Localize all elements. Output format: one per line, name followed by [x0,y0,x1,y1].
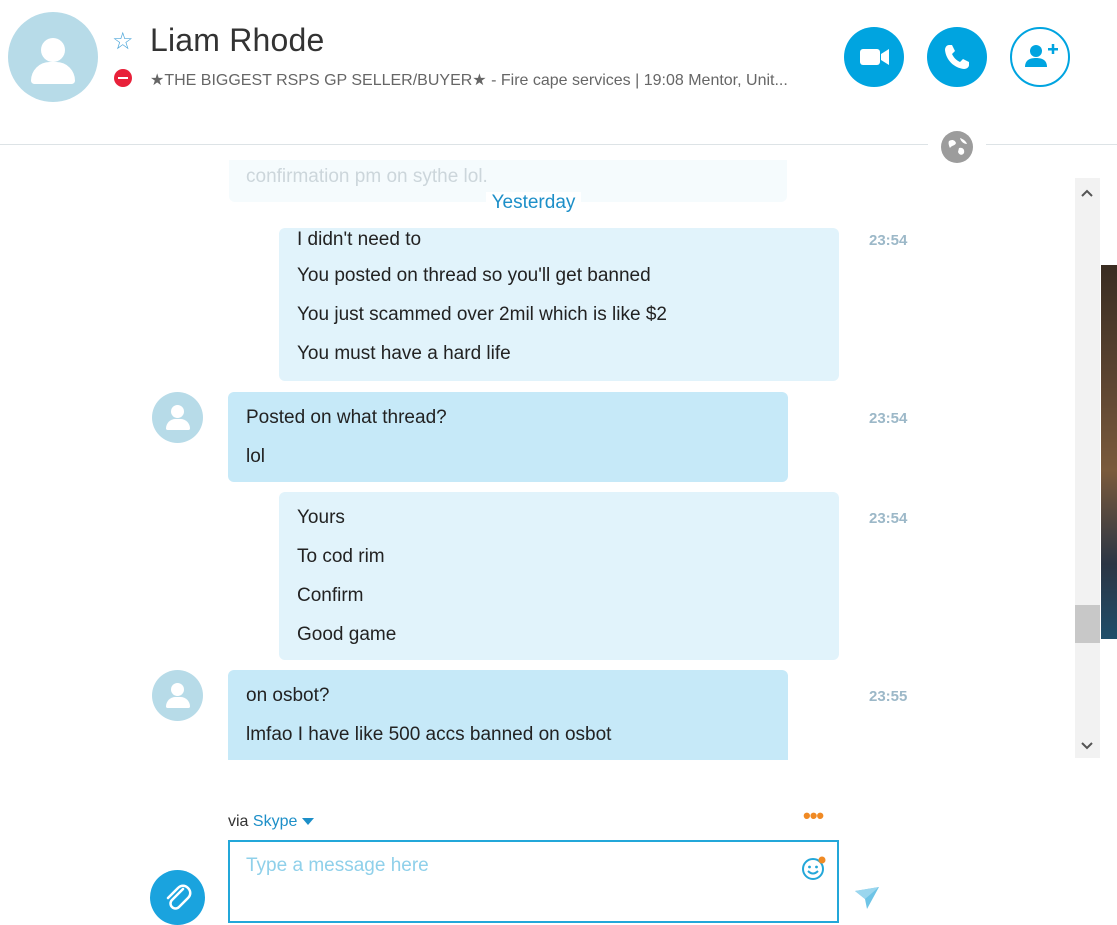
message-line: on osbot? [246,685,330,706]
send-via-selector[interactable]: via Skype [228,813,315,831]
contact-mood-message: ★THE BIGGEST RSPS GP SELLER/BUYER★ - Fir… [150,72,788,89]
phone-icon [945,45,969,69]
message-input[interactable] [246,852,786,880]
background-window-edge [1101,265,1117,639]
message-bubble-sent[interactable]: I didn't need to You posted on thread so… [279,228,839,381]
via-label: via [228,813,249,830]
avatar-body [166,697,190,708]
message-timestamp: 23:54 [869,510,908,527]
attach-file-button[interactable] [150,870,205,925]
scroll-up-chevron-icon[interactable] [1076,182,1098,204]
chat-header: ☆ Liam Rhode ★THE BIGGEST RSPS GP SELLER… [0,0,1117,120]
contact-name[interactable]: Liam Rhode [150,22,325,59]
message-line: You just scammed over 2mil which is like… [297,304,667,325]
via-service-label[interactable]: Skype [253,813,297,830]
message-line: You posted on thread so you'll get banne… [297,265,651,286]
message-timestamp: 23:54 [869,232,908,249]
message-bubble-sent[interactable]: Yours To cod rim Confirm Good game [279,492,839,660]
avatar-body [31,62,75,84]
message-line: Posted on what thread? [246,407,447,428]
scroll-down-chevron-icon[interactable] [1076,735,1098,757]
paperclip-icon [166,884,192,910]
more-options-icon[interactable]: ••• [803,805,824,827]
day-separator: Yesterday [0,192,1075,214]
header-divider-right [986,144,1117,145]
message-line: Yours [297,507,345,528]
video-camera-icon [860,49,889,65]
audio-call-button[interactable] [927,27,987,87]
message-line: Confirm [297,585,364,606]
status-dnd-icon [114,69,132,87]
avatar-head [171,405,184,418]
contact-avatar-small[interactable] [152,670,203,721]
conversation-pane[interactable]: confirmation pm on sythe lol. Yesterday … [0,160,1075,760]
add-people-button[interactable] [1010,27,1070,87]
scrollbar-thumb[interactable] [1075,605,1100,643]
message-line: Good game [297,624,397,645]
caret-down-icon[interactable] [302,818,315,826]
message-line: You must have a hard life [297,343,511,364]
favorite-star-icon[interactable]: ☆ [112,28,134,56]
send-message-icon[interactable] [853,885,881,911]
avatar-body [166,419,190,430]
message-timestamp: 23:54 [869,410,908,427]
contact-avatar-small[interactable] [152,392,203,443]
message-line: lol [246,446,266,467]
message-line: I didn't need to [297,229,422,250]
message-line: lmfao I have like 500 accs banned on osb… [246,724,612,745]
chat-scrollbar[interactable] [1075,178,1100,758]
previous-message-text: confirmation pm on sythe lol. [246,166,488,187]
message-composer[interactable] [228,840,839,923]
message-timestamp: 23:55 [869,688,908,705]
contact-avatar[interactable] [8,12,98,102]
message-bubble-received[interactable]: Posted on what thread? lol [228,392,788,482]
add-person-icon [1025,44,1058,67]
avatar-head [41,38,65,62]
avatar-head [171,683,184,696]
emoticon-icon[interactable] [801,855,827,881]
header-divider [0,144,928,145]
translator-globe-icon[interactable] [940,130,974,164]
message-bubble-received[interactable]: on osbot? lmfao I have like 500 accs ban… [228,670,788,760]
video-call-button[interactable] [844,27,904,87]
message-line: To cod rim [297,546,385,567]
day-separator-label: Yesterday [485,192,582,213]
